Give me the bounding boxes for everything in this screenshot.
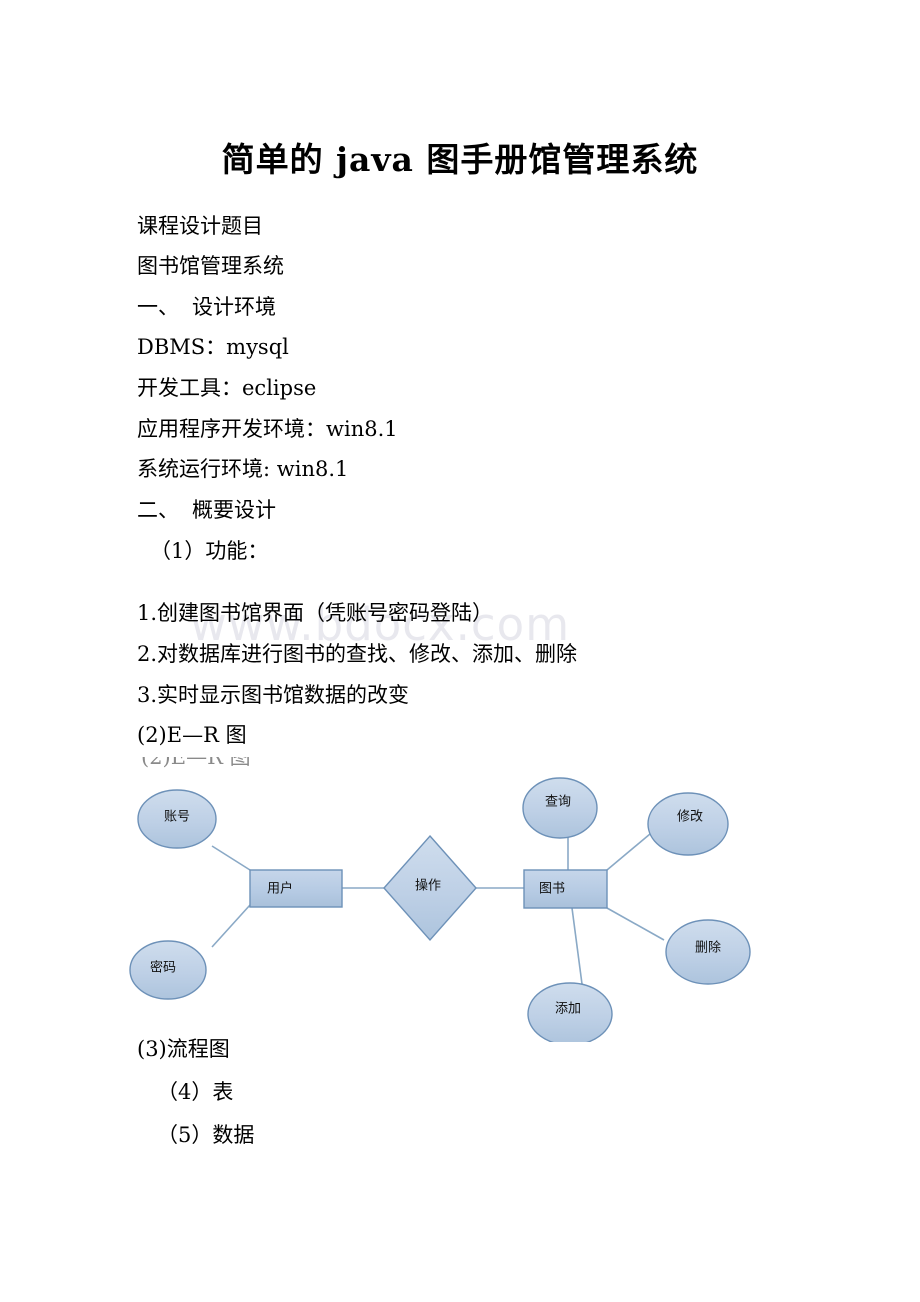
er-diagram: 账号 密码 用户 操作 图书 查询 修改 删除 添加 xyxy=(120,762,760,1042)
er-node-book-label: 图书 xyxy=(539,882,565,897)
er-node-modify: 修改 xyxy=(647,792,729,856)
connector-password-user xyxy=(211,904,251,948)
text-line-feature-3: 3.实时显示图书馆数据的改变 xyxy=(137,683,410,707)
heading-two-number: 二、 xyxy=(137,498,179,522)
text-line-app-dev-env: 应用程序开发环境：win8.1 xyxy=(137,417,398,441)
document-page: www.bdocx.com 账号 密码 用户 操作 图书 查询 修改 删除 添加… xyxy=(0,0,920,1302)
rectangle-shape xyxy=(523,869,608,909)
heading-two-text: 概要设计 xyxy=(192,498,276,522)
heading-design-environment: 一、 设计环境 xyxy=(137,294,276,320)
connector-add-book xyxy=(571,907,583,985)
er-node-account: 账号 xyxy=(137,789,217,849)
text-line-feature-1: 1.创建图书馆界面（凭账号密码登陆） xyxy=(137,601,494,625)
er-node-account-label: 账号 xyxy=(164,810,190,825)
text-line-feature-heading: （1）功能： xyxy=(150,539,269,563)
connector-delete-book xyxy=(606,907,665,941)
er-node-add: 添加 xyxy=(527,982,613,1042)
clipped-duplicate-line: (2)E—R 图 xyxy=(141,757,291,770)
er-node-user: 用户 xyxy=(249,869,343,908)
er-node-operate: 操作 xyxy=(383,834,477,942)
text-line-er-diagram-heading: (2)E—R 图 xyxy=(137,723,247,747)
text-line-runtime-env: 系统运行环境: win8.1 xyxy=(137,457,349,481)
er-node-add-label: 添加 xyxy=(555,1002,581,1017)
heading-one-text: 设计环境 xyxy=(192,295,276,319)
er-node-book: 图书 xyxy=(523,869,608,909)
er-node-password-label: 密码 xyxy=(150,960,176,976)
text-line-dev-tool: 开发工具：eclipse xyxy=(137,376,317,400)
connector-account-user xyxy=(211,845,251,871)
er-node-user-label: 用户 xyxy=(267,881,293,897)
heading-outline-design: 二、 概要设计 xyxy=(137,497,276,523)
text-line-dbms: DBMS：mysql xyxy=(137,335,289,359)
text-line-system-name: 图书馆管理系统 xyxy=(137,254,284,278)
text-line-data-heading: （5）数据 xyxy=(157,1123,255,1147)
er-node-password: 密码 xyxy=(129,940,207,1000)
text-line-flowchart-heading: (3)流程图 xyxy=(137,1037,230,1061)
text-line-table-heading: （4）表 xyxy=(157,1080,234,1104)
text-line-course-topic: 课程设计题目 xyxy=(137,214,263,238)
er-node-query: 查询 xyxy=(522,777,598,839)
er-node-delete-label: 删除 xyxy=(695,941,721,956)
heading-one-number: 一、 xyxy=(137,295,179,319)
text-line-feature-2: 2.对数据库进行图书的查找、修改、添加、删除 xyxy=(137,642,578,666)
er-node-delete: 删除 xyxy=(665,919,751,985)
page-title: 简单的 java 图手册馆管理系统 xyxy=(221,140,699,179)
rectangle-shape xyxy=(249,869,343,908)
er-node-modify-label: 修改 xyxy=(677,810,703,825)
connector-modify-book xyxy=(606,833,651,871)
er-node-operate-label: 操作 xyxy=(415,878,441,894)
clipped-duplicate-line-text: (2)E—R 图 xyxy=(141,757,251,769)
er-node-query-label: 查询 xyxy=(545,795,571,810)
